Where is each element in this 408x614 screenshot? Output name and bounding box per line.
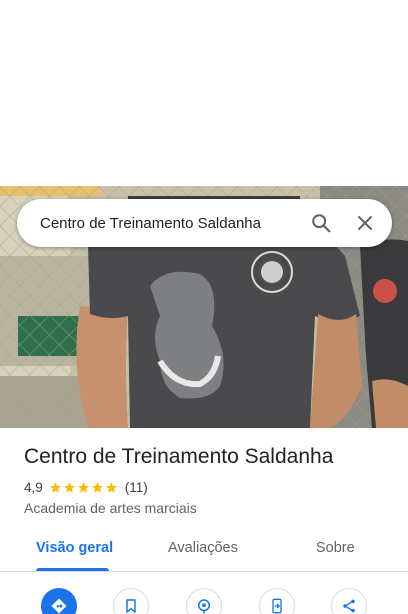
close-icon — [358, 216, 372, 230]
share-button[interactable] — [331, 588, 367, 614]
nearby-icon — [198, 599, 210, 614]
share-icon — [343, 599, 355, 613]
directions-button[interactable] — [41, 588, 77, 614]
action-bar — [0, 586, 408, 614]
rating-stars — [49, 481, 119, 494]
tab-bar: Visão geral Avaliações Sobre — [0, 530, 408, 572]
star-icon — [105, 482, 117, 493]
place-title: Centro de Treinamento Saldanha — [24, 445, 334, 468]
nearby-button[interactable] — [186, 588, 222, 614]
rating-row[interactable]: 4,9 (11) — [24, 480, 148, 495]
review-count[interactable]: (11) — [125, 480, 148, 495]
search-input[interactable]: Centro de Treinamento Saldanha — [40, 215, 301, 232]
tab-about[interactable]: Sobre — [316, 540, 355, 556]
send-to-phone-icon — [272, 598, 282, 614]
search-button[interactable] — [301, 203, 341, 243]
active-tab-indicator — [36, 568, 109, 571]
rating-value: 4,9 — [24, 480, 43, 495]
bookmark-icon — [126, 599, 136, 613]
star-icon — [49, 482, 61, 493]
save-button[interactable] — [113, 588, 149, 614]
place-page: Centro de Treinamento Saldanha Centro de… — [0, 0, 408, 614]
tab-reviews[interactable]: Avaliações — [168, 540, 238, 556]
directions-icon — [51, 598, 67, 614]
star-icon — [91, 482, 103, 493]
star-icon — [63, 482, 75, 493]
clear-search-button[interactable] — [345, 203, 385, 243]
star-icon — [77, 482, 89, 493]
place-category[interactable]: Academia de artes marciais — [24, 500, 197, 516]
send-to-phone-button[interactable] — [259, 588, 295, 614]
tab-overview[interactable]: Visão geral — [36, 540, 113, 556]
search-bar[interactable]: Centro de Treinamento Saldanha — [17, 199, 392, 247]
search-icon — [312, 214, 331, 233]
